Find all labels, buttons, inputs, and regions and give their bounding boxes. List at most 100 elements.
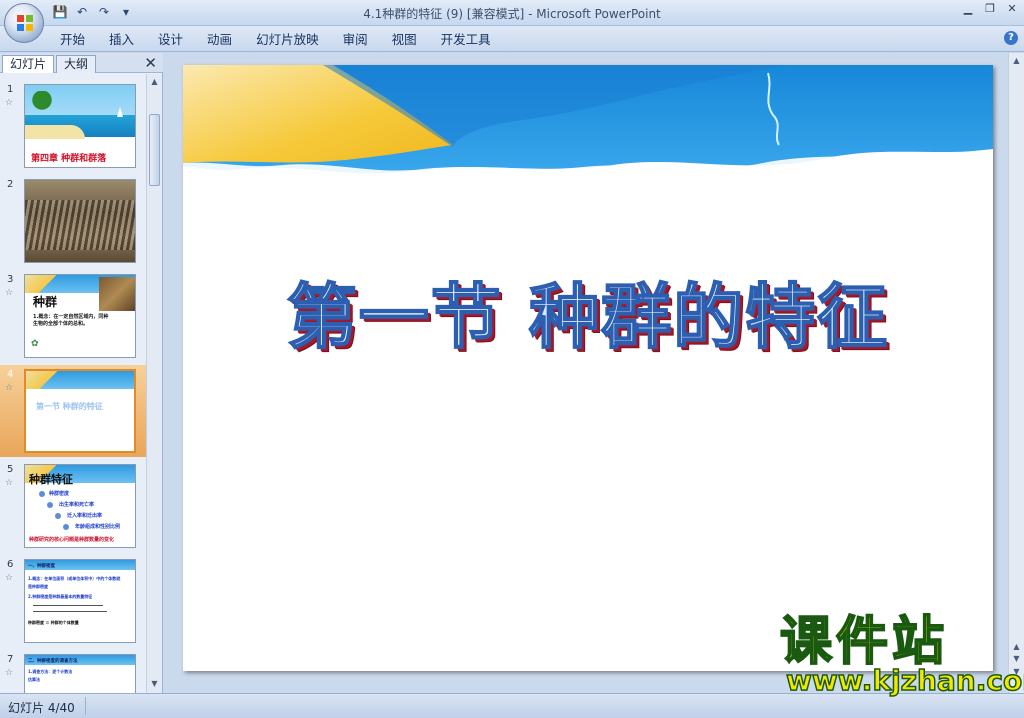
thumbnail-image: 种群 1.概念：在一定自然区域内，同种 生物的全部个体的总和。 ✿	[24, 274, 136, 358]
window-title: 4.1种群的特征 (9) [兼容模式] - Microsoft PowerPoi…	[363, 7, 661, 21]
slide-thumbnail-6[interactable]: 6 ☆ 一、种群密度 1.概念：在单位面积（或单位体积中）中的个体数就 是种群密…	[0, 555, 146, 647]
slide-editor: 第一节 种群的特征	[164, 53, 1008, 693]
thumbnail-image: 第一节 种群的特征	[24, 369, 136, 453]
thumbnail-scrollbar[interactable]: ▲ ▼	[146, 74, 162, 693]
minimize-icon[interactable]: ▁	[962, 3, 974, 15]
tab-outline[interactable]: 大纲	[56, 55, 97, 73]
thumbnail-item: 出生率和死亡率	[59, 502, 95, 508]
thumbnail-image: 一、种群密度 1.概念：在单位面积（或单位体积中）中的个体数就 是种群密度 2.…	[24, 559, 136, 643]
thumbnail-list: 1 ☆ 第四章 种群和群落 2 3 ☆ 种群 1.概念：在一定自然区域内，同种 …	[0, 74, 146, 693]
beach-sand	[25, 125, 85, 139]
bullet-icon	[63, 524, 69, 530]
thumbnail-body: 1.概念：在一定自然区域内，同种	[33, 314, 109, 320]
title-bar: 💾 ↶ ↷ ▾ 4.1种群的特征 (9) [兼容模式] - Microsoft …	[0, 0, 1024, 26]
flower-icon: ✿	[31, 339, 39, 349]
text-line	[33, 605, 103, 606]
thumbnail-line: 2.种群密度是种群最基本的数量特征	[28, 594, 93, 599]
tab-developer[interactable]: 开发工具	[429, 31, 503, 49]
thumbnail-line: 一、种群密度	[28, 564, 55, 569]
slide-thumbnail-3[interactable]: 3 ☆ 种群 1.概念：在一定自然区域内，同种 生物的全部个体的总和。 ✿	[0, 270, 146, 362]
thumbnail-caption: 第一节 种群的特征	[36, 402, 103, 411]
tab-design[interactable]: 设计	[146, 31, 195, 49]
help-icon[interactable]: ?	[1004, 31, 1018, 45]
thumbnail-item: 种群密度	[49, 491, 70, 497]
watermark-url: www.kjzhan.com	[785, 664, 1024, 697]
thumbnail-image: 种群特征 种群密度 出生率和死亡率 迁入率和迁出率 年龄组成和性别比例 种群研究…	[24, 464, 136, 548]
thumbnail-line: 1.概念：在单位面积（或单位体积中）中的个体数就	[28, 576, 121, 581]
thumbnail-line: 种群密度 ＝ 种群的个体数量	[28, 620, 79, 625]
ribbon-tabs: 开始 插入 设计 动画 幻灯片放映 审阅 视图 开发工具	[48, 31, 503, 49]
slide-number: 3	[7, 274, 14, 285]
slide-number: 2	[7, 179, 14, 190]
slide-thumbnail-5[interactable]: 5 ☆ 种群特征 种群密度 出生率和死亡率 迁入率和迁出率 年龄组成和性别比例 …	[0, 460, 146, 552]
previous-slide-icon[interactable]: ▲	[1011, 642, 1022, 652]
tab-animations[interactable]: 动画	[195, 31, 244, 49]
slide-number: 5	[7, 464, 14, 475]
animation-star-icon: ☆	[5, 573, 14, 583]
bullet-icon	[47, 502, 53, 508]
animation-star-icon: ☆	[5, 98, 14, 108]
slide-counter: 幻灯片 4/40	[8, 701, 75, 715]
slide-thumbnail-2[interactable]: 2	[0, 175, 146, 267]
scroll-thumb[interactable]	[149, 114, 160, 186]
thumbnail-heading: 种群	[33, 295, 58, 309]
animation-star-icon: ☆	[5, 288, 14, 298]
restore-icon[interactable]: ❐	[984, 3, 996, 15]
thumbnail-sand	[25, 275, 59, 293]
slide-title[interactable]: 第一节 种群的特征	[183, 261, 993, 362]
ribbon: 开始 插入 设计 动画 幻灯片放映 审阅 视图 开发工具 ?	[0, 26, 1024, 52]
wildebeest-herd	[25, 200, 135, 250]
scroll-up-icon[interactable]: ▲	[1011, 56, 1022, 66]
office-logo-icon	[17, 15, 33, 31]
thumbnail-line: 1.调查方法：逐个计数法	[28, 669, 73, 674]
thumbnail-body: 生物的全部个体的总和。	[33, 321, 89, 327]
watermark-logo: 课件站	[779, 612, 949, 672]
thumbnail-item: 迁入率和迁出率	[67, 513, 103, 519]
editor-scrollbar[interactable]: ▲ ▲ ▼ ▼	[1008, 53, 1024, 693]
thumbnail-line: 估算法	[28, 677, 40, 682]
divider	[85, 697, 86, 715]
close-icon[interactable]: ✕	[1006, 3, 1018, 15]
bullet-icon	[39, 491, 45, 497]
thumbnail-image	[24, 179, 136, 263]
tab-home[interactable]: 开始	[48, 31, 97, 49]
slide-thumbnail-4[interactable]: 4 ☆ 第一节 种群的特征	[0, 365, 146, 457]
slide-thumbnail-1[interactable]: 1 ☆ 第四章 种群和群落	[0, 80, 146, 172]
current-slide[interactable]: 第一节 种群的特征	[183, 65, 993, 671]
animation-star-icon: ☆	[5, 668, 14, 678]
scroll-down-icon[interactable]: ▼	[149, 679, 160, 689]
thumbnail-item: 年龄组成和性别比例	[75, 524, 121, 530]
close-panel-icon[interactable]: ✕	[144, 54, 157, 72]
slide-number: 4	[7, 369, 14, 380]
thumbnail-caption: 第四章 种群和群落	[31, 154, 107, 164]
office-button[interactable]	[4, 3, 44, 43]
bullet-icon	[55, 513, 61, 519]
text-line	[33, 611, 107, 612]
tab-view[interactable]: 视图	[380, 31, 429, 49]
animation-star-icon: ☆	[5, 383, 14, 393]
panel-tabs: 幻灯片 大纲 ✕	[0, 53, 163, 73]
thumbnail-line: 二、种群密度的调查方法	[28, 659, 78, 664]
beach-header-graphic	[183, 65, 993, 181]
slides-panel: 幻灯片 大纲 ✕ 1 ☆ 第四章 种群和群落 2 3 ☆ 种群 1.概念：在一定…	[0, 53, 163, 693]
slide-thumbnail-7[interactable]: 7 ☆ 二、种群密度的调查方法 1.调查方法：逐个计数法 估算法	[0, 650, 146, 693]
tab-review[interactable]: 审阅	[331, 31, 380, 49]
thumbnail-sand	[26, 371, 60, 389]
thumbnail-image: 第四章 种群和群落	[24, 84, 136, 168]
tab-insert[interactable]: 插入	[97, 31, 146, 49]
animation-star-icon: ☆	[5, 478, 14, 488]
thumbnail-footer: 种群研究的核心问题是种群数量的变化	[29, 537, 115, 543]
scroll-up-icon[interactable]: ▲	[149, 77, 160, 87]
tab-slideshow[interactable]: 幻灯片放映	[244, 31, 331, 49]
thumbnail-line: 是种群密度	[28, 584, 48, 589]
thumbnail-image: 二、种群密度的调查方法 1.调查方法：逐个计数法 估算法	[24, 654, 136, 693]
slide-number: 7	[7, 654, 14, 665]
tab-slides[interactable]: 幻灯片	[2, 55, 55, 73]
thumbnail-photo	[99, 277, 135, 311]
slide-number: 6	[7, 559, 14, 570]
slide-number: 1	[7, 84, 14, 95]
palm-tree	[31, 91, 53, 121]
window-controls: ▁ ❐ ✕	[962, 3, 1018, 15]
next-slide-icon[interactable]: ▼	[1011, 654, 1022, 664]
thumbnail-heading: 种群特征	[29, 473, 73, 486]
